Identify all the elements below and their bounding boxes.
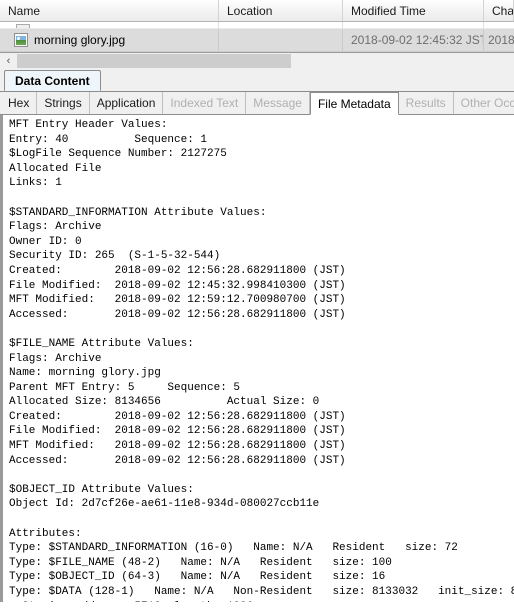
tab-results: Results — [398, 92, 454, 114]
file-metadata-text: MFT Entry Header Values: Entry: 40 Seque… — [9, 119, 514, 602]
tab-other-occurrences-label: Other Occurrences — [460, 96, 514, 110]
tab-hex-label: Hex — [8, 96, 30, 110]
file-metadata-view[interactable]: MFT Entry Header Values: Entry: 40 Seque… — [0, 115, 514, 602]
column-header-changed-time[interactable]: Chan — [484, 0, 514, 21]
tab-file-metadata[interactable]: File Metadata — [309, 92, 399, 115]
table-cell-changed-time — [484, 22, 514, 28]
scrollbar-thumb[interactable] — [17, 53, 291, 68]
scrollbar-track[interactable] — [17, 52, 514, 70]
tab-hex[interactable]: Hex — [1, 92, 38, 114]
table-body: morning glory.jpg 2018-09-02 12:45:32 JS… — [0, 22, 514, 52]
column-header-location[interactable]: Location — [219, 0, 343, 21]
data-content-panel: Data Content Hex Strings Application Ind… — [0, 70, 514, 602]
tab-results-label: Results — [405, 96, 446, 110]
tab-data-content[interactable]: Data Content — [4, 70, 101, 91]
horizontal-scrollbar[interactable]: ‹ — [0, 52, 514, 70]
tab-strings-label: Strings — [44, 96, 82, 110]
table-row-partial[interactable] — [0, 22, 514, 29]
tab-message-label: Message — [253, 96, 302, 110]
image-file-icon — [14, 33, 28, 47]
tab-indexed-text: Indexed Text — [163, 92, 247, 114]
table-header-row: Name Location Modified Time Chan — [0, 0, 514, 22]
result-table[interactable]: Name Location Modified Time Chan mo — [0, 0, 514, 53]
tab-message: Message — [246, 92, 310, 114]
tab-indexed-text-label: Indexed Text — [170, 96, 239, 110]
table-row[interactable]: morning glory.jpg 2018-09-02 12:45:32 JS… — [0, 29, 514, 52]
column-header-modified-time-label: Modified Time — [351, 3, 426, 18]
tab-file-metadata-label: File Metadata — [317, 96, 391, 111]
tab-application[interactable]: Application — [89, 92, 164, 114]
column-header-location-label: Location — [227, 3, 273, 18]
file-name-label: morning glory.jpg — [34, 33, 126, 47]
table-cell-changed-time: 2018- — [488, 33, 514, 47]
table-cell-name: morning glory.jpg — [0, 29, 219, 51]
panel-tabstrip: Data Content — [0, 70, 514, 92]
sub-tabstrip: Hex Strings Application Indexed Text Mes… — [0, 92, 514, 115]
tab-application-label: Application — [96, 96, 156, 110]
column-header-changed-time-label: Chan — [492, 3, 514, 18]
column-header-modified-time[interactable]: Modified Time — [343, 0, 484, 21]
file-icon — [16, 24, 30, 28]
table-cell-modified-time: 2018-09-02 12:45:32 JST — [343, 29, 484, 51]
column-header-name-label: Name — [8, 3, 41, 18]
table-cell-location — [219, 22, 343, 28]
column-header-name[interactable]: Name — [0, 0, 219, 21]
scroll-left-arrow-icon[interactable]: ‹ — [0, 52, 17, 70]
table-cell-name — [0, 22, 219, 28]
table-cell-location — [219, 29, 343, 51]
tab-other-occurrences: Other Occurrences — [453, 92, 514, 114]
tab-strings[interactable]: Strings — [37, 92, 90, 114]
table-cell-modified-time — [343, 22, 484, 28]
tab-data-content-label: Data Content — [15, 73, 90, 88]
